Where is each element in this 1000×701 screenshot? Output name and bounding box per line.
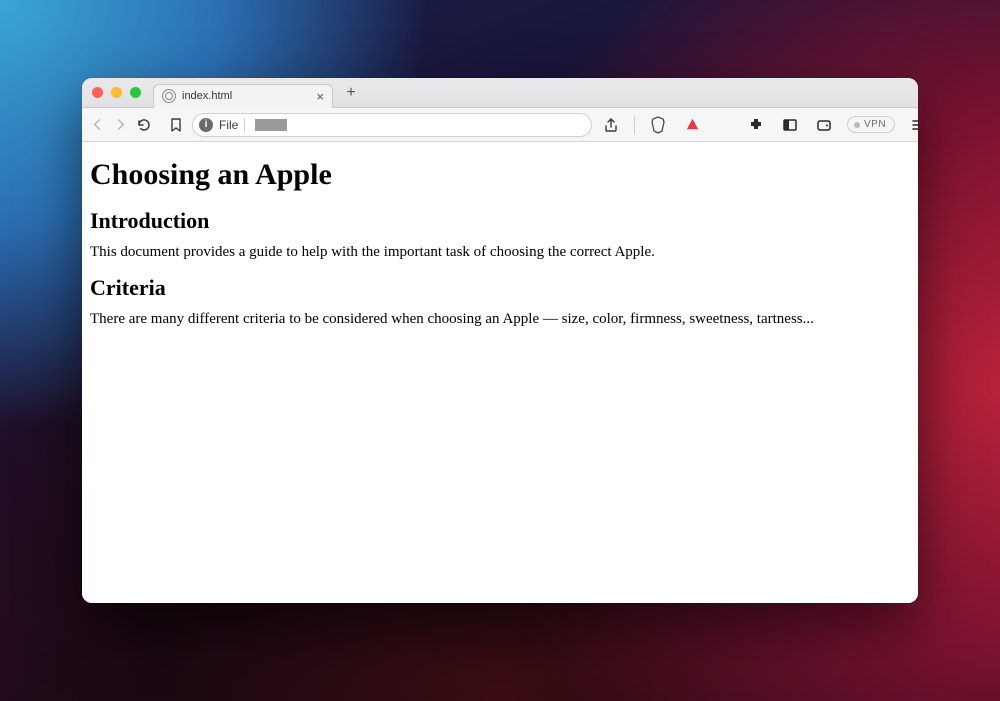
bookmark-button[interactable] (168, 114, 184, 136)
criteria-paragraph: There are many different criteria to be … (90, 311, 910, 328)
back-button[interactable] (90, 114, 105, 136)
app-menu-button[interactable] (907, 114, 918, 136)
url-path-redacted (255, 119, 287, 131)
new-tab-button[interactable]: + (341, 84, 361, 102)
page-heading-1: Choosing an Apple (90, 158, 910, 192)
vpn-label: VPN (864, 119, 886, 130)
toolbar-right: VPN (600, 114, 918, 136)
wallet-button[interactable] (813, 114, 835, 136)
url-scheme-label: File (219, 118, 238, 132)
brave-rewards-icon[interactable] (681, 114, 703, 136)
toolbar: i File (82, 108, 918, 142)
address-divider (244, 118, 245, 132)
window-controls (92, 87, 141, 98)
tab-strip: index.html × + (82, 78, 918, 108)
sidebar-toggle-button[interactable] (779, 114, 801, 136)
minimize-window-button[interactable] (111, 87, 122, 98)
browser-window: index.html × + i File (82, 78, 918, 603)
reload-button[interactable] (136, 114, 152, 136)
browser-tab[interactable]: index.html × (153, 84, 333, 108)
site-info-icon[interactable]: i (199, 118, 213, 132)
extensions-button[interactable] (745, 114, 767, 136)
section-heading-introduction: Introduction (90, 208, 910, 234)
page-content: Choosing an Apple Introduction This docu… (82, 142, 918, 603)
share-button[interactable] (600, 114, 622, 136)
vpn-button[interactable]: VPN (847, 116, 895, 133)
brave-shields-icon[interactable] (647, 114, 669, 136)
close-window-button[interactable] (92, 87, 103, 98)
intro-paragraph: This document provides a guide to help w… (90, 244, 910, 261)
section-heading-criteria: Criteria (90, 275, 910, 301)
tab-title: index.html (182, 90, 310, 102)
forward-button[interactable] (113, 114, 128, 136)
file-favicon-icon (162, 89, 176, 103)
vpn-status-dot-icon (854, 122, 860, 128)
address-bar[interactable]: i File (192, 113, 592, 137)
toolbar-separator (634, 116, 635, 134)
fullscreen-window-button[interactable] (130, 87, 141, 98)
close-tab-button[interactable]: × (316, 89, 324, 104)
